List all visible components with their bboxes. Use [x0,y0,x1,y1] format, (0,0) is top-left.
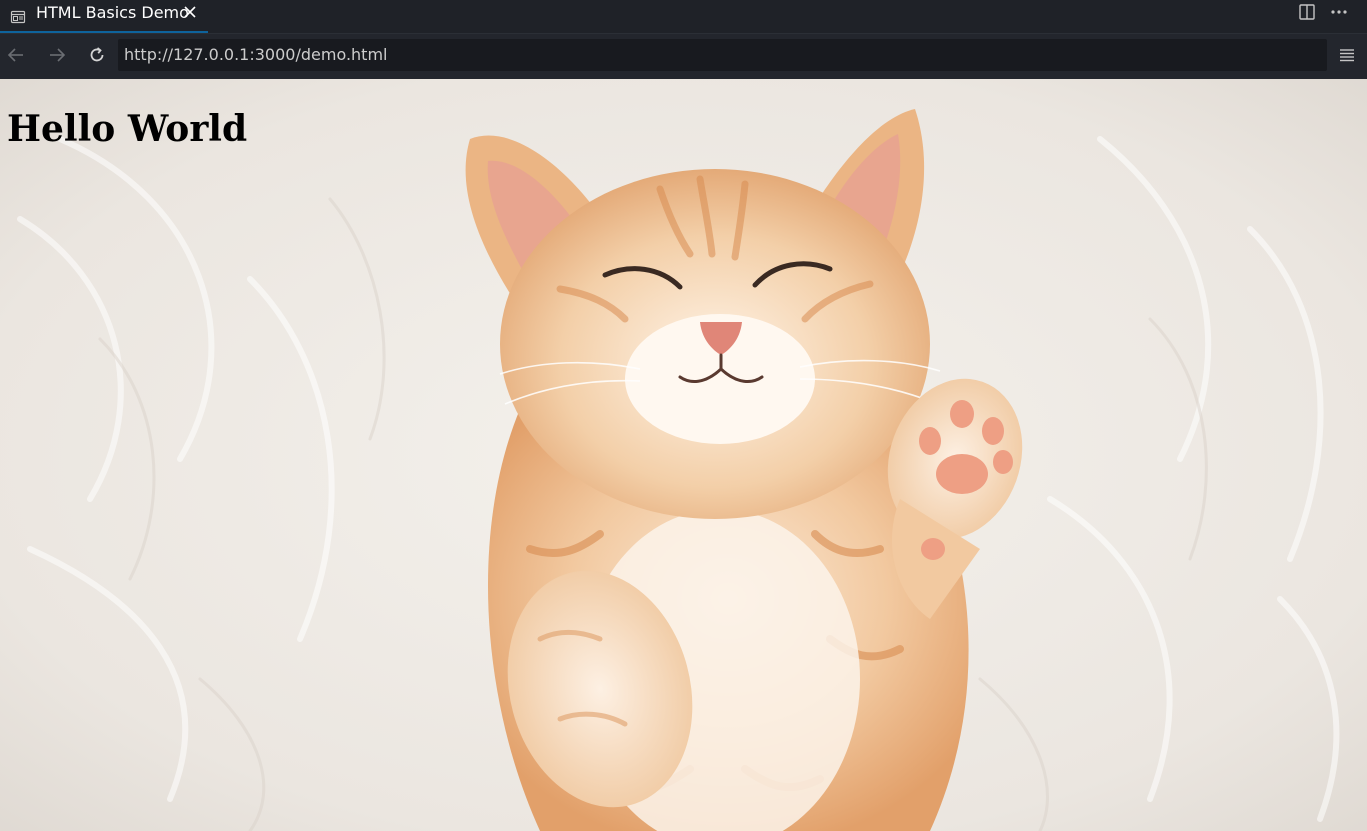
browser-nav-bar: http://127.0.0.1:3000/demo.html [0,33,1367,79]
reload-icon[interactable] [87,45,107,65]
page-viewport: Hello World [0,79,1367,831]
close-icon[interactable] [182,4,198,20]
arrow-left-icon[interactable] [6,45,26,65]
preview-icon [10,10,26,24]
split-editor-icon[interactable] [1298,3,1316,21]
page-heading: Hello World [7,108,248,150]
address-url[interactable]: http://127.0.0.1:3000/demo.html [124,46,387,64]
arrow-right-icon[interactable] [47,45,67,65]
address-bar[interactable]: http://127.0.0.1:3000/demo.html [118,39,1327,71]
tab-strip: HTML Basics Demo [0,0,1367,33]
kitten-background-image [0,79,1367,831]
tab-html-basics-demo[interactable]: HTML Basics Demo [0,0,208,33]
more-actions-icon[interactable] [1329,3,1349,21]
hamburger-menu-icon[interactable] [1338,46,1356,64]
tab-label: HTML Basics Demo [36,3,189,22]
